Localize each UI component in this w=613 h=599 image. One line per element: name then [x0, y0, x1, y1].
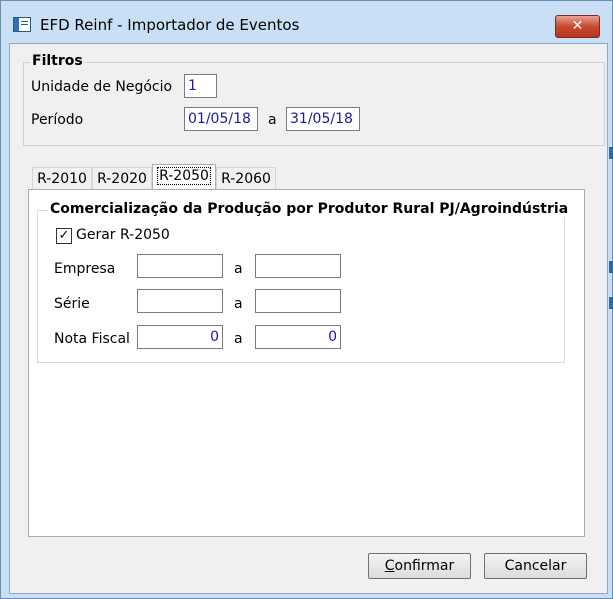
tab-r2060[interactable]: R-2060	[216, 167, 276, 189]
serie-to-input[interactable]	[255, 289, 341, 313]
cancelar-button[interactable]: Cancelar	[484, 553, 587, 579]
background-window-edge	[609, 261, 613, 273]
cancelar-label: Cancelar	[504, 558, 567, 574]
tab-r2050-label: R-2050	[157, 167, 211, 185]
empresa-from-input[interactable]	[137, 254, 223, 278]
periodo-start-input[interactable]: 01/05/18	[184, 107, 258, 131]
serie-from-input[interactable]	[137, 289, 223, 313]
checkmark-icon: ✓	[58, 228, 70, 243]
tab-r2020[interactable]: R-2020	[92, 167, 152, 189]
comercializacao-group-title: Comercialização da Produção por Produtor…	[48, 201, 571, 217]
periodo-separator: a	[268, 112, 277, 128]
dialog-client-area: Filtros Unidade de Negócio 1 Período 01/…	[9, 43, 608, 594]
gerar-r2050-checkbox[interactable]: ✓	[56, 228, 72, 244]
window-title: EFD Reinf - Importador de Eventos	[40, 16, 300, 34]
tab-r2010-label: R-2010	[37, 171, 87, 187]
tab-r2020-label: R-2020	[97, 171, 147, 187]
empresa-separator: a	[234, 261, 243, 277]
background-window-edge	[609, 297, 613, 309]
confirmar-label: onfirmar	[394, 558, 455, 574]
filtros-group-title: Filtros	[30, 53, 85, 69]
filtros-group	[23, 62, 605, 146]
background-window-edge	[609, 147, 613, 159]
periodo-label: Período	[31, 112, 84, 128]
close-icon: ✕	[571, 18, 584, 34]
nota-fiscal-to-input[interactable]: 0	[255, 325, 341, 349]
gerar-r2050-label[interactable]: Gerar R-2050	[76, 227, 170, 243]
periodo-end-input[interactable]: 31/05/18	[286, 107, 360, 131]
nota-fiscal-label: Nota Fiscal	[54, 331, 130, 347]
confirmar-mnemonic: C	[384, 558, 395, 574]
empresa-to-input[interactable]	[255, 254, 341, 278]
close-button[interactable]: ✕	[555, 15, 600, 38]
serie-label: Série	[54, 296, 90, 312]
unidade-negocio-input[interactable]: 1	[184, 74, 217, 98]
app-window: EFD Reinf - Importador de Eventos ✕ Filt…	[0, 0, 613, 599]
tab-r2060-label: R-2060	[221, 171, 271, 187]
confirmar-button[interactable]: Confirmar	[368, 553, 471, 579]
tab-r2050[interactable]: R-2050	[152, 164, 216, 190]
app-window-icon	[13, 17, 31, 32]
title-bar[interactable]: EFD Reinf - Importador de Eventos ✕	[1, 1, 612, 43]
tab-r2010[interactable]: R-2010	[32, 167, 92, 189]
nota-fiscal-from-input[interactable]: 0	[137, 325, 223, 349]
unidade-negocio-label: Unidade de Negócio	[31, 79, 173, 95]
serie-separator: a	[234, 296, 243, 312]
nota-fiscal-separator: a	[234, 331, 243, 347]
tab-panel-r2050: Comercialização da Produção por Produtor…	[28, 189, 585, 537]
empresa-label: Empresa	[54, 261, 116, 277]
